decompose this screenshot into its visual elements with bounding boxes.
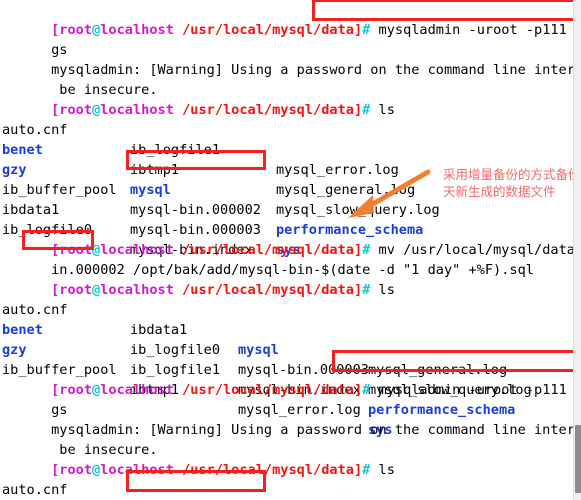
- listing-row: auto.cnf ib_logfile1 mysql_error.log: [2, 460, 67, 498]
- terminal-line: be insecure.: [2, 60, 157, 98]
- annotation-line-2: 天新生成的数据文件: [443, 184, 556, 199]
- vertical-scrollbar[interactable]: [573, 0, 581, 500]
- prompt-user: [root: [51, 102, 93, 118]
- prompt-at-icon: @: [92, 382, 101, 398]
- file-entry[interactable]: ib_logfile0: [130, 340, 220, 360]
- file-entry-highlighted[interactable]: mysql-bin.000002: [130, 200, 261, 220]
- prompt-path: /usr/local/mysql/data]: [182, 382, 363, 398]
- prompt-host: localhost: [100, 102, 174, 118]
- listing-row: benet ibtmp1 mysql_general.log: [2, 480, 51, 500]
- terminal-line: [root@localhost /usr/local/mysql/data]# …: [2, 360, 581, 398]
- file-entry[interactable]: ibdata1: [130, 320, 187, 340]
- terminal-line: in.000002 /opt/bak/add/mysql-bin-$(date …: [2, 240, 534, 278]
- prompt-host: localhost: [100, 462, 174, 478]
- terminal-line: mysqladmin: [Warning] Using a password o…: [2, 40, 581, 78]
- listing-row: gzy mysql mysql_slow_query.log: [2, 140, 440, 218]
- listing-row: auto.cnf ibdata1 mysql mysql_general.log: [2, 280, 507, 378]
- prompt-at-icon: @: [92, 282, 101, 298]
- listing-row: ibdata1 mysql-bin.000003 sys: [2, 180, 301, 258]
- prompt-host: localhost: [100, 22, 174, 38]
- prompt-at-icon: @: [92, 22, 101, 38]
- command-text: ls: [378, 462, 395, 478]
- prompt-path: /usr/local/mysql/data]: [182, 22, 363, 38]
- file-entry[interactable]: mysql_general.log: [276, 180, 415, 200]
- file-entry[interactable]: mysql_slow_query.log: [276, 200, 440, 220]
- listing-row: auto.cnf ib_logfile1 mysql_error.log: [2, 100, 399, 178]
- terminal-line: [root@localhost /usr/local/mysql/data]# …: [2, 260, 395, 298]
- terminal-screen[interactable]: [root@localhost /usr/local/mysql/data]# …: [0, 0, 581, 500]
- prompt-path: /usr/local/mysql/data]: [182, 462, 363, 478]
- prompt-at-icon: @: [92, 102, 101, 118]
- listing-row: gzy ib_logfile1 mysql-bin.index performa…: [2, 320, 515, 418]
- terminal-line: mysqladmin: [Warning] Using a password o…: [2, 400, 581, 438]
- listing-row: benet ibtmp1 mysql_general.log: [2, 120, 415, 198]
- command-text: ls: [378, 102, 395, 118]
- dir-entry[interactable]: mysql: [130, 180, 171, 200]
- prompt-path: /usr/local/mysql/data]: [182, 282, 363, 298]
- listing-row: ib_buffer_pool mysql-bin.000002 performa…: [2, 160, 423, 238]
- command-text: mysqladmin -uroot -p111 flush-lo: [378, 22, 581, 38]
- scrollbar-thumb[interactable]: [575, 425, 581, 493]
- terminal-line: be insecure.: [2, 420, 157, 458]
- file-entry[interactable]: ibtmp1: [130, 160, 179, 180]
- prompt-host: localhost: [100, 382, 174, 398]
- terminal-line: [root@localhost /usr/local/mysql/data]# …: [2, 80, 395, 118]
- prompt-host: localhost: [100, 282, 174, 298]
- terminal-line: gs: [2, 20, 67, 58]
- file-entry[interactable]: ib_logfile1: [130, 140, 220, 160]
- terminal-window: [root@localhost /usr/local/mysql/data]# …: [0, 0, 581, 500]
- listing-row: ib_buffer_pool ibtmp1 mysql_error.log sy…: [2, 340, 393, 438]
- file-entry[interactable]: mysql_error.log: [276, 160, 399, 180]
- annotation-line-1: 采用增量备份的方式备份第二: [443, 167, 581, 182]
- command-text: mysqladmin -uroot -p111 flush-lo: [378, 382, 581, 398]
- terminal-line: [root@localhost /usr/local/mysql/data]# …: [2, 220, 581, 258]
- dir-entry[interactable]: mysql: [238, 340, 279, 360]
- terminal-line: [root@localhost /usr/local/mysql/data]# …: [2, 0, 581, 38]
- prompt-user: [root: [51, 462, 93, 478]
- command-text: ls: [378, 282, 395, 298]
- listing-row: benet ib_logfile0 mysql-bin.000003 mysql…: [2, 300, 532, 398]
- terminal-line: [root@localhost /usr/local/mysql/data]# …: [2, 440, 395, 478]
- prompt-path: /usr/local/mysql/data]: [182, 102, 363, 118]
- terminal-line: gs: [2, 380, 67, 418]
- prompt-at-icon: @: [92, 462, 101, 478]
- listing-row: ib_logfile0 mysql-bin.index: [2, 200, 253, 258]
- prompt-user: [root: [51, 282, 93, 298]
